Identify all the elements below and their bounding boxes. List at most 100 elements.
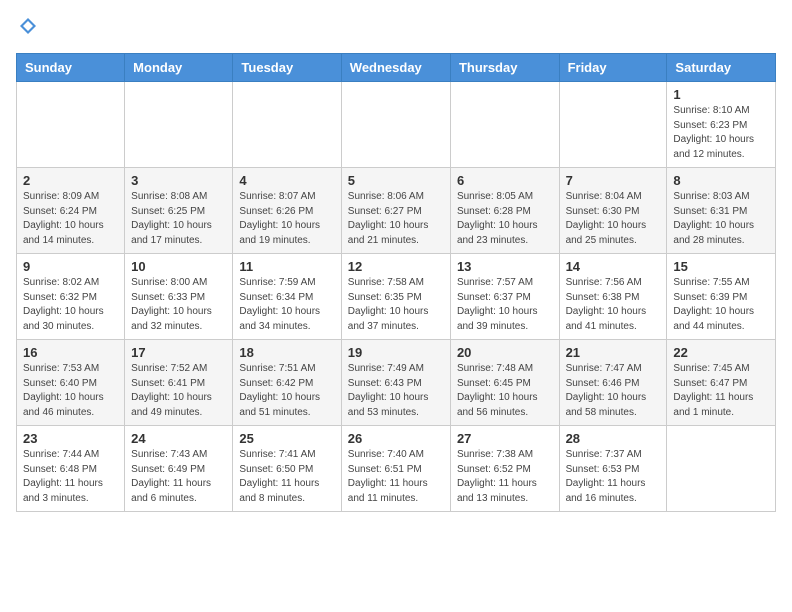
day-cell: 28 Sunrise: 7:37 AM Sunset: 6:53 PM Dayli… [559, 426, 667, 512]
day-number: 22 [673, 345, 769, 360]
day-info: Sunrise: 8:02 AM Sunset: 6:32 PM Dayligh… [23, 276, 118, 334]
day-number: 25 [239, 431, 334, 446]
day-cell: 13Sunrise: 7:57 AM Sunset: 6:37 PM Dayli… [450, 254, 559, 340]
column-header-tuesday: Tuesday [233, 54, 341, 82]
week-row-5: 23 Sunrise: 7:44 AM Sunset: 6:48 PM Dayli… [17, 426, 776, 512]
day-info: Sunrise: 7:52 AM Sunset: 6:41 PM Dayligh… [131, 362, 226, 420]
week-row-3: 9 Sunrise: 8:02 AM Sunset: 6:32 PM Daylig… [17, 254, 776, 340]
day-cell [233, 82, 341, 168]
day-number: 13 [457, 259, 553, 274]
day-cell: 27 Sunrise: 7:38 AM Sunset: 6:52 PM Dayli… [450, 426, 559, 512]
day-number: 1 [673, 87, 769, 102]
day-cell: 16 Sunrise: 7:53 AM Sunset: 6:40 PM Dayli… [17, 340, 125, 426]
day-number: 12 [348, 259, 444, 274]
day-info: Sunrise: 7:48 AM Sunset: 6:45 PM Dayligh… [457, 362, 553, 420]
day-cell: 22 Sunrise: 7:45 AM Sunset: 6:47 PM Dayli… [667, 340, 776, 426]
day-number: 7 [566, 173, 661, 188]
day-number: 19 [348, 345, 444, 360]
day-cell [125, 82, 233, 168]
day-number: 11 [239, 259, 334, 274]
day-cell [559, 82, 667, 168]
day-cell: 8 Sunrise: 8:03 AM Sunset: 6:31 PM Daylig… [667, 168, 776, 254]
day-info: Sunrise: 7:45 AM Sunset: 6:47 PM Dayligh… [673, 362, 769, 420]
day-number: 20 [457, 345, 553, 360]
day-cell: 1Sunrise: 8:10 AM Sunset: 6:23 PM Daylig… [667, 82, 776, 168]
page-header [16, 16, 776, 41]
day-info: Sunrise: 7:37 AM Sunset: 6:53 PM Dayligh… [566, 448, 661, 506]
column-header-wednesday: Wednesday [341, 54, 450, 82]
day-cell: 5 Sunrise: 8:06 AM Sunset: 6:27 PM Daylig… [341, 168, 450, 254]
day-info: Sunrise: 7:53 AM Sunset: 6:40 PM Dayligh… [23, 362, 118, 420]
column-header-sunday: Sunday [17, 54, 125, 82]
week-row-2: 2 Sunrise: 8:09 AM Sunset: 6:24 PM Daylig… [17, 168, 776, 254]
day-number: 3 [131, 173, 226, 188]
day-info: Sunrise: 7:56 AM Sunset: 6:38 PM Dayligh… [566, 276, 661, 334]
day-cell: 23 Sunrise: 7:44 AM Sunset: 6:48 PM Dayli… [17, 426, 125, 512]
day-number: 14 [566, 259, 661, 274]
day-cell: 14 Sunrise: 7:56 AM Sunset: 6:38 PM Dayli… [559, 254, 667, 340]
day-cell: 19 Sunrise: 7:49 AM Sunset: 6:43 PM Dayli… [341, 340, 450, 426]
calendar-header-row: SundayMondayTuesdayWednesdayThursdayFrid… [17, 54, 776, 82]
day-cell: 2 Sunrise: 8:09 AM Sunset: 6:24 PM Daylig… [17, 168, 125, 254]
day-cell: 17 Sunrise: 7:52 AM Sunset: 6:41 PM Dayli… [125, 340, 233, 426]
column-header-friday: Friday [559, 54, 667, 82]
day-number: 15 [673, 259, 769, 274]
day-number: 6 [457, 173, 553, 188]
day-info: Sunrise: 8:04 AM Sunset: 6:30 PM Dayligh… [566, 190, 661, 248]
calendar-table: SundayMondayTuesdayWednesdayThursdayFrid… [16, 53, 776, 512]
day-number: 27 [457, 431, 553, 446]
day-info: Sunrise: 7:59 AM Sunset: 6:34 PM Dayligh… [239, 276, 334, 334]
day-cell: 10Sunrise: 8:00 AM Sunset: 6:33 PM Dayli… [125, 254, 233, 340]
day-info: Sunrise: 8:09 AM Sunset: 6:24 PM Dayligh… [23, 190, 118, 248]
day-number: 5 [348, 173, 444, 188]
column-header-saturday: Saturday [667, 54, 776, 82]
day-cell: 6Sunrise: 8:05 AM Sunset: 6:28 PM Daylig… [450, 168, 559, 254]
day-number: 16 [23, 345, 118, 360]
day-info: Sunrise: 7:41 AM Sunset: 6:50 PM Dayligh… [239, 448, 334, 506]
day-number: 23 [23, 431, 118, 446]
day-info: Sunrise: 7:58 AM Sunset: 6:35 PM Dayligh… [348, 276, 444, 334]
week-row-4: 16 Sunrise: 7:53 AM Sunset: 6:40 PM Dayli… [17, 340, 776, 426]
day-info: Sunrise: 8:03 AM Sunset: 6:31 PM Dayligh… [673, 190, 769, 248]
day-cell: 25 Sunrise: 7:41 AM Sunset: 6:50 PM Dayli… [233, 426, 341, 512]
day-cell: 21 Sunrise: 7:47 AM Sunset: 6:46 PM Dayli… [559, 340, 667, 426]
day-cell: 15 Sunrise: 7:55 AM Sunset: 6:39 PM Dayli… [667, 254, 776, 340]
day-cell: 3Sunrise: 8:08 AM Sunset: 6:25 PM Daylig… [125, 168, 233, 254]
day-cell: 9 Sunrise: 8:02 AM Sunset: 6:32 PM Daylig… [17, 254, 125, 340]
day-cell [667, 426, 776, 512]
logo-icon [18, 16, 38, 36]
day-number: 28 [566, 431, 661, 446]
day-info: Sunrise: 8:06 AM Sunset: 6:27 PM Dayligh… [348, 190, 444, 248]
day-info: Sunrise: 7:40 AM Sunset: 6:51 PM Dayligh… [348, 448, 444, 506]
day-info: Sunrise: 7:55 AM Sunset: 6:39 PM Dayligh… [673, 276, 769, 334]
day-number: 4 [239, 173, 334, 188]
day-number: 8 [673, 173, 769, 188]
day-cell: 26 Sunrise: 7:40 AM Sunset: 6:51 PM Dayli… [341, 426, 450, 512]
day-info: Sunrise: 7:49 AM Sunset: 6:43 PM Dayligh… [348, 362, 444, 420]
column-header-thursday: Thursday [450, 54, 559, 82]
day-number: 9 [23, 259, 118, 274]
logo-text [16, 16, 38, 41]
day-number: 26 [348, 431, 444, 446]
day-info: Sunrise: 8:00 AM Sunset: 6:33 PM Dayligh… [131, 276, 226, 334]
day-cell [450, 82, 559, 168]
day-info: Sunrise: 7:47 AM Sunset: 6:46 PM Dayligh… [566, 362, 661, 420]
day-number: 24 [131, 431, 226, 446]
day-cell: 7 Sunrise: 8:04 AM Sunset: 6:30 PM Daylig… [559, 168, 667, 254]
day-cell: 12 Sunrise: 7:58 AM Sunset: 6:35 PM Dayli… [341, 254, 450, 340]
calendar-body: 1Sunrise: 8:10 AM Sunset: 6:23 PM Daylig… [17, 82, 776, 512]
day-info: Sunrise: 7:38 AM Sunset: 6:52 PM Dayligh… [457, 448, 553, 506]
column-header-monday: Monday [125, 54, 233, 82]
day-cell [17, 82, 125, 168]
day-cell: 18Sunrise: 7:51 AM Sunset: 6:42 PM Dayli… [233, 340, 341, 426]
day-number: 21 [566, 345, 661, 360]
day-number: 2 [23, 173, 118, 188]
day-info: Sunrise: 8:07 AM Sunset: 6:26 PM Dayligh… [239, 190, 334, 248]
week-row-1: 1Sunrise: 8:10 AM Sunset: 6:23 PM Daylig… [17, 82, 776, 168]
day-number: 17 [131, 345, 226, 360]
day-info: Sunrise: 7:44 AM Sunset: 6:48 PM Dayligh… [23, 448, 118, 506]
day-cell: 4 Sunrise: 8:07 AM Sunset: 6:26 PM Daylig… [233, 168, 341, 254]
day-cell: 20 Sunrise: 7:48 AM Sunset: 6:45 PM Dayli… [450, 340, 559, 426]
day-number: 18 [239, 345, 334, 360]
day-cell [341, 82, 450, 168]
